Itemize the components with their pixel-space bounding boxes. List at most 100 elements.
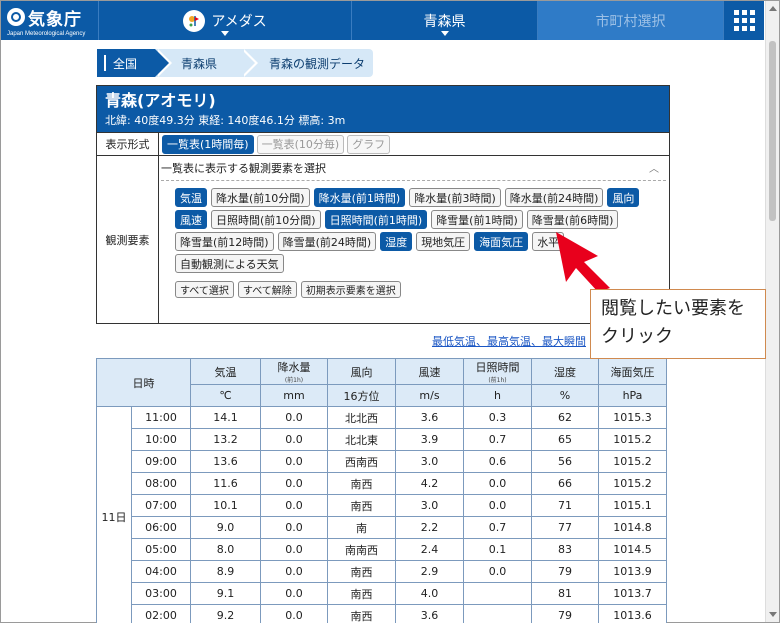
logo-title: 気象庁 — [28, 9, 82, 30]
header-pressure: 海面気圧 — [598, 358, 667, 385]
header-precip: 降水量 (前1h) — [260, 358, 328, 385]
element-chip[interactable]: 日照時間(前10分間) — [211, 210, 321, 229]
value-cell: 77 — [531, 516, 599, 539]
table-row: 08:00 11.6 0.0 南西 4.2 0.0 66 1015.2 — [97, 472, 667, 495]
value-cell: 1013.9 — [598, 560, 667, 583]
header-sunshine: 日照時間 (前1h) — [463, 358, 532, 385]
select-default-button[interactable]: 初期表示要素を選択 — [300, 281, 401, 298]
value-cell: 13.6 — [190, 450, 261, 473]
breadcrumb-arrow — [241, 49, 255, 77]
value-cell: 0.0 — [260, 406, 328, 429]
value-cell — [463, 582, 532, 605]
breadcrumb-national[interactable]: 全国 — [97, 49, 172, 77]
breadcrumb-national-label: 全国 — [113, 56, 138, 71]
value-cell: 南西 — [327, 560, 396, 583]
time-cell: 08:00 — [131, 472, 191, 495]
element-chip[interactable]: 降雪量(前1時間) — [431, 210, 523, 229]
value-cell: 北北西 — [327, 406, 396, 429]
value-cell: 11.6 — [190, 472, 261, 495]
jma-emblem-icon — [7, 8, 25, 26]
element-chip[interactable]: 日照時間(前1時間) — [324, 210, 428, 229]
grid-menu-icon — [733, 10, 755, 31]
value-cell: 3.0 — [395, 450, 464, 473]
nav-amedas-tab[interactable]: アメダス — [98, 1, 351, 40]
elements-toggle[interactable]: 一覧表に表示する観測要素を選択 — [161, 160, 666, 181]
observation-table: 日時 気温 降水量 (前1h) 風向 風速 日照時間 (前1h) 湿度 海面気圧 ℃… — [96, 358, 667, 623]
unit-cell: 16方位 — [327, 384, 396, 407]
vertical-scrollbar[interactable] — [765, 1, 779, 622]
element-chip[interactable]: 降水量(前1時間) — [313, 188, 406, 207]
scroll-down-icon[interactable] — [769, 612, 777, 617]
element-chip[interactable]: 湿度 — [380, 232, 413, 251]
value-cell: 0.0 — [260, 582, 328, 605]
element-chip[interactable]: 風向 — [607, 188, 640, 207]
value-cell: 66 — [531, 472, 599, 495]
amedas-icon — [183, 9, 206, 32]
value-cell: 0.7 — [463, 516, 532, 539]
value-cell: 9.2 — [190, 604, 261, 623]
value-cell: 南南西 — [327, 538, 396, 561]
time-cell: 07:00 — [131, 494, 191, 517]
value-cell: 3.0 — [395, 494, 464, 517]
value-cell: 0.0 — [260, 472, 328, 495]
extremes-link[interactable]: 最低気温、最高気温、最大瞬間 — [432, 333, 586, 349]
nav-city-select-tab[interactable]: 市町村選択 — [537, 1, 723, 40]
select-all-button[interactable]: すべて選択 — [175, 281, 234, 298]
value-cell: 0.0 — [260, 450, 328, 473]
value-cell: 0.0 — [260, 560, 328, 583]
value-cell: 2.9 — [395, 560, 464, 583]
element-chip[interactable]: 海面気圧 — [474, 232, 529, 251]
element-chip[interactable]: 降雪量(前12時間) — [175, 232, 274, 251]
deselect-all-button[interactable]: すべて解除 — [237, 281, 297, 298]
top-nav: 気象庁 Japan Meteorological Agency アメダス 青森県… — [1, 1, 764, 40]
header-wind-dir: 風向 — [327, 358, 396, 385]
value-cell: 1015.2 — [598, 450, 667, 473]
table-row: 06:00 9.0 0.0 南 2.2 0.7 77 1014.8 — [97, 516, 667, 539]
table-header-row: 日時 気温 降水量 (前1h) 風向 風速 日照時間 (前1h) 湿度 海面気圧 — [96, 358, 667, 407]
value-cell: 1013.7 — [598, 582, 667, 605]
chevron-up-icon[interactable]: ︿ — [649, 160, 659, 175]
value-cell: 北北東 — [327, 428, 396, 451]
element-chip[interactable]: 気温 — [175, 188, 207, 207]
value-cell: 1015.3 — [598, 406, 667, 429]
unit-cell: ℃ — [190, 384, 261, 407]
element-chip[interactable]: 現地気圧 — [416, 232, 471, 251]
station-name: 青森(アオモリ) — [105, 91, 216, 110]
value-cell: 83 — [531, 538, 599, 561]
element-chip[interactable]: 風速 — [175, 210, 207, 229]
format-10min-button[interactable]: 一覧表(10分毎) — [256, 134, 345, 154]
value-cell: 4.2 — [395, 472, 464, 495]
time-cell: 03:00 — [131, 582, 191, 605]
table-row: 09:00 13.6 0.0 西南西 3.0 0.6 56 1015.2 — [97, 450, 667, 473]
scroll-thumb[interactable] — [769, 41, 776, 221]
value-cell: 2.4 — [395, 538, 464, 561]
unit-cell: % — [531, 384, 599, 407]
format-graph-button[interactable]: グラフ — [347, 134, 391, 154]
element-chip[interactable]: 自動観測による天気 — [175, 254, 284, 273]
element-chip[interactable]: 降水量(前3時間) — [409, 188, 501, 207]
element-chip[interactable]: 降水量(前24時間) — [504, 188, 604, 207]
value-cell: 0.3 — [463, 406, 532, 429]
scroll-up-icon[interactable] — [769, 6, 777, 11]
day-cell: 11日 — [96, 406, 132, 623]
time-cell: 05:00 — [131, 538, 191, 561]
value-cell: 南西 — [327, 494, 396, 517]
chevron-down-icon — [221, 31, 229, 36]
value-cell: 0.0 — [463, 472, 532, 495]
nav-prefecture-label: 青森県 — [423, 13, 466, 30]
table-row: 04:00 8.9 0.0 南西 2.9 0.0 79 1013.9 — [97, 560, 667, 583]
element-chip[interactable]: 降水量(前10分間) — [211, 188, 310, 207]
menu-button[interactable] — [723, 1, 764, 40]
element-chip[interactable]: 降雪量(前24時間) — [277, 232, 377, 251]
header-datetime: 日時 — [96, 358, 191, 407]
value-cell: 0.1 — [463, 538, 532, 561]
jma-logo[interactable]: 気象庁 Japan Meteorological Agency — [1, 1, 98, 40]
station-coordinates: 北緯: 40度49.3分 東経: 140度46.1分 標高: 3m — [105, 114, 346, 127]
logo-subtitle: Japan Meteorological Agency — [7, 30, 86, 37]
nav-prefecture-tab[interactable]: 青森県 — [351, 1, 537, 40]
breadcrumb-current: 青森の観測データ — [241, 49, 373, 77]
format-hourly-button[interactable]: 一覧表(1時間毎) — [162, 134, 254, 154]
time-cell: 09:00 — [131, 450, 191, 473]
time-cell: 10:00 — [131, 428, 191, 451]
unit-cell: mm — [260, 384, 328, 407]
